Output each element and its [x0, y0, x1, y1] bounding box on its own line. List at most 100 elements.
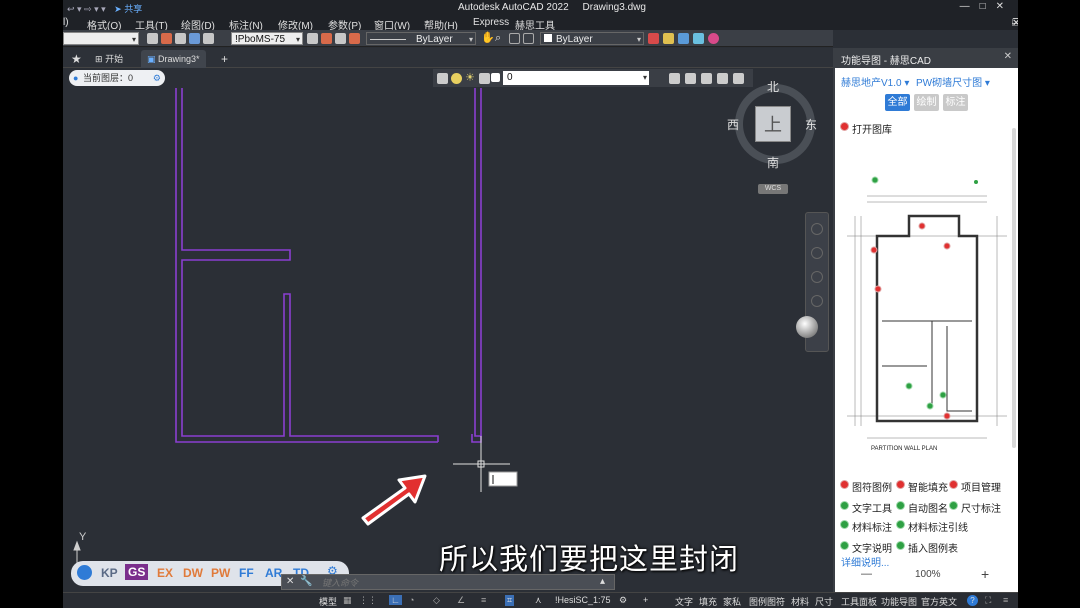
- customize-status-icon[interactable]: ≡: [1003, 595, 1008, 605]
- feature-material-leader[interactable]: 材料标注引线: [897, 519, 968, 534]
- hesi-tool-icon-1[interactable]: [648, 33, 659, 44]
- layer-lock-icon[interactable]: [479, 73, 490, 84]
- status-item-material[interactable]: 材料: [791, 595, 809, 608]
- minimize-icon[interactable]: —: [960, 1, 980, 12]
- annotation-visibility-icon[interactable]: ⋏: [535, 595, 542, 606]
- table-style-icon[interactable]: [175, 33, 186, 44]
- menu-item[interactable]: l): [63, 17, 69, 28]
- zoom-window-icon[interactable]: [509, 33, 520, 44]
- launcher-app-gs[interactable]: GS: [125, 564, 149, 580]
- nav-pan-icon[interactable]: [811, 247, 823, 259]
- filter-annotate-button[interactable]: 标注: [943, 94, 968, 111]
- hesi-tool-icon-5[interactable]: [708, 33, 719, 44]
- compass-east[interactable]: 东: [805, 116, 817, 133]
- snap-icon[interactable]: ⋮⋮: [359, 595, 377, 606]
- drawing-canvas[interactable]: Y: [63, 88, 833, 588]
- panel-scrollbar[interactable]: [1012, 128, 1016, 448]
- hesi-tool-icon-4[interactable]: [693, 33, 704, 44]
- fullscreen-icon[interactable]: ⛶: [985, 595, 991, 606]
- feature-insert-legend[interactable]: 插入图例表: [897, 540, 958, 555]
- tab-start[interactable]: ⊞ 开始: [95, 50, 123, 68]
- status-item-legend[interactable]: 图例图符: [749, 595, 785, 608]
- status-item-official-en[interactable]: 官方英文: [921, 595, 957, 608]
- detail-link[interactable]: 详细说明...: [841, 554, 889, 569]
- close-icon[interactable]: ✕: [996, 1, 1014, 12]
- compass-south[interactable]: 南: [767, 154, 779, 171]
- quick-access-toolbar[interactable]: ↩ ▾ ⇨ ▾ ▾ ➤ 共享: [67, 2, 142, 15]
- hesi-tool-icon-3[interactable]: [678, 33, 689, 44]
- feature-text-tools[interactable]: 文字工具: [841, 500, 892, 515]
- zoom-realtime-icon[interactable]: ⌕: [495, 33, 506, 44]
- layer-unisolate-icon[interactable]: [717, 73, 728, 84]
- otrack-icon[interactable]: ∠: [457, 595, 465, 606]
- doc-close-icon[interactable]: ✕: [1012, 18, 1018, 29]
- ortho-icon[interactable]: ∟: [389, 595, 402, 605]
- launcher-app-kp[interactable]: KP: [101, 566, 118, 580]
- navigation-wheel-icon[interactable]: [796, 316, 818, 338]
- annotation-scale-value[interactable]: !HesiSC_1:75: [555, 595, 611, 605]
- annotation-add-icon[interactable]: [335, 33, 346, 44]
- mleader-style-icon[interactable]: [189, 33, 200, 44]
- layer-match-icon[interactable]: [669, 73, 680, 84]
- annotation-scale-icon[interactable]: [321, 33, 332, 44]
- floor-plan-preview[interactable]: PARTITION WALL PLAN: [847, 176, 1007, 461]
- viewcube-top-face[interactable]: 上: [755, 106, 791, 142]
- lineweight-icon[interactable]: ≡: [481, 595, 486, 605]
- launcher-app-ff[interactable]: FF: [239, 566, 254, 580]
- status-item-text[interactable]: 文字: [675, 595, 693, 608]
- tab-drawing3[interactable]: ▣ Drawing3*: [141, 50, 206, 68]
- status-item-dimension[interactable]: 尺寸: [815, 595, 833, 608]
- compass-north[interactable]: 北: [767, 78, 779, 95]
- annotation-icon[interactable]: [307, 33, 318, 44]
- color-dropdown[interactable]: ByLayer ▾: [540, 32, 644, 45]
- hesi-tool-icon-2[interactable]: [663, 33, 674, 44]
- layer-previous-icon[interactable]: [685, 73, 696, 84]
- grid-icon[interactable]: ▦: [343, 595, 352, 606]
- layer-thaw-sun-icon[interactable]: ☀: [465, 73, 476, 84]
- status-item-function-map[interactable]: 功能导图: [881, 595, 917, 608]
- filter-draw-button[interactable]: 绘制: [914, 94, 939, 111]
- command-history-chevron-icon[interactable]: ▴: [600, 576, 605, 587]
- pan-hand-icon[interactable]: ✋: [481, 33, 495, 44]
- text-style-icon[interactable]: [147, 33, 158, 44]
- zoom-in-button[interactable]: +: [981, 566, 989, 582]
- layer-on-bulb-icon[interactable]: [451, 73, 462, 84]
- launcher-app-ar[interactable]: AR: [265, 566, 282, 580]
- nav-orbit-icon[interactable]: [811, 295, 823, 307]
- layer-dropdown[interactable]: 0 ▾: [503, 71, 649, 85]
- dimstyle-dropdown[interactable]: !PboMS-75 ▾: [231, 32, 303, 45]
- launcher-logo-icon[interactable]: [77, 565, 92, 580]
- status-item-furniture[interactable]: 家私: [723, 595, 741, 608]
- launcher-app-dw[interactable]: DW: [183, 566, 203, 580]
- nav-steeringwheel-icon[interactable]: [811, 223, 823, 235]
- panel-close-icon[interactable]: ✕: [1004, 51, 1012, 62]
- status-item-hatch[interactable]: 填充: [699, 595, 717, 608]
- feature-symbol-legend[interactable]: 图符图例: [841, 479, 892, 494]
- command-close-icon[interactable]: ✕: [286, 576, 294, 587]
- feature-text-note[interactable]: 文字说明: [841, 540, 892, 555]
- qat-undo-redo[interactable]: ↩ ▾ ⇨ ▾ ▾: [67, 4, 106, 14]
- settings-icon[interactable]: ⚙: [153, 70, 161, 86]
- share-button[interactable]: ➤ 共享: [114, 4, 142, 14]
- zoom-out-button[interactable]: —: [861, 568, 872, 580]
- zoom-previous-icon[interactable]: [523, 33, 534, 44]
- star-icon[interactable]: ★: [71, 50, 82, 68]
- feature-material-label[interactable]: 材料标注: [841, 519, 892, 534]
- dim-style-icon[interactable]: [161, 33, 172, 44]
- layer-isolate-icon[interactable]: [701, 73, 712, 84]
- layer-properties-icon[interactable]: [437, 73, 448, 84]
- launcher-app-ex[interactable]: EX: [157, 566, 173, 580]
- scale-icon[interactable]: [203, 33, 214, 44]
- window-controls[interactable]: —□✕: [960, 1, 1014, 12]
- style-dropdown[interactable]: ▾: [63, 32, 139, 45]
- menu-item-express[interactable]: Express: [473, 17, 509, 28]
- polar-icon[interactable]: ◔: [409, 595, 414, 605]
- current-layer-indicator[interactable]: ● 当前图层：0 ⚙: [69, 70, 165, 86]
- status-add-icon[interactable]: +: [643, 595, 648, 605]
- project-dropdown[interactable]: 赫思地产V1.0 ▾: [841, 74, 909, 89]
- launcher-app-pw[interactable]: PW: [211, 566, 230, 580]
- maximize-icon[interactable]: □: [980, 1, 996, 12]
- feature-smart-fill[interactable]: 智能填充: [897, 479, 948, 494]
- viewcube[interactable]: 上 北 南 东 西: [727, 78, 819, 170]
- feature-auto-title[interactable]: 自动图名: [897, 500, 948, 515]
